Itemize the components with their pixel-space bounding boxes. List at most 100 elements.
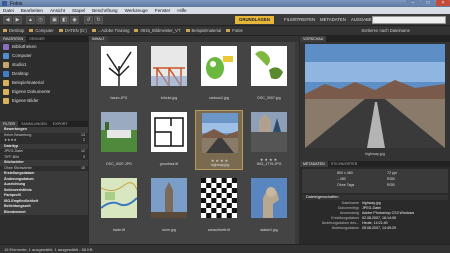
thumbnail-item[interactable]: cartoon2.jpg [195, 44, 243, 104]
open-in-camera-raw-icon[interactable]: ◉ [70, 16, 79, 24]
path-fotos[interactable]: Fotos [226, 28, 243, 33]
sort-label: Sortieren nach Dateiname [361, 28, 410, 33]
maximize-button[interactable]: □ [421, 0, 435, 6]
fav-label: Bibliotheken [12, 44, 37, 49]
rotate-left-icon[interactable]: ↺ [84, 16, 93, 24]
camera-icon[interactable]: ▣ [50, 16, 59, 24]
path-computer[interactable]: Computer [29, 28, 54, 33]
path-bildmeister[interactable]: 0915_Bildmeister_VT [134, 28, 181, 33]
fav-label: Desktop [12, 71, 29, 76]
computer-icon [3, 52, 9, 59]
fav-eigene-dokumente[interactable]: Eigene Dokumente [0, 87, 88, 96]
metadata-section-header[interactable]: Dateieigenschaften [302, 195, 448, 200]
refine-icon[interactable]: ◧ [60, 16, 69, 24]
thumbnail-item[interactable]: ★★★★ IMG_1776.JPG [245, 110, 293, 170]
workspace-filmstreifen[interactable]: FILMSTREIFEN [280, 16, 319, 24]
thumbnail-item[interactable]: baum.JPG [95, 44, 143, 104]
thumbnail-image [251, 112, 287, 152]
quick-colormode: RGB [387, 177, 395, 181]
workspace-grundlagen[interactable]: GRUNDLAGEN [235, 16, 274, 24]
tab-vorschau[interactable]: VORSCHAU [300, 36, 327, 42]
menu-bearbeiten[interactable]: Bearbeiten [21, 8, 43, 13]
tab-ordner[interactable]: ORDNER [26, 36, 48, 42]
sort-dropdown[interactable]: Sortieren nach Dateiname [361, 28, 410, 33]
preview-image[interactable] [305, 44, 445, 148]
tab-favoriten[interactable]: FAVORITEN [0, 36, 27, 42]
thumbnail-item[interactable]: DSC_0007.jpg [245, 44, 293, 104]
path-daten[interactable]: DATEN (D:) [58, 28, 87, 33]
folder-up-icon[interactable]: ▲ [26, 16, 35, 24]
filter-panel: FILTER SAMMLUNGEN EXPORT Bewertungen Kein… [0, 121, 88, 244]
menu-fenster[interactable]: Fenster [155, 8, 171, 13]
thumbnail-item[interactable]: grundriss.tif [145, 110, 193, 170]
fav-eigene-bilder[interactable]: Eigene Bilder [0, 96, 88, 105]
tab-export[interactable]: EXPORT [50, 121, 71, 127]
content-panel: INHALT baum.JPG brücke.jpg cartoon2.jpg DSC… [89, 36, 299, 244]
quick-dimensions: 800 x 460 [337, 171, 353, 175]
rotate-right-icon[interactable]: ↻ [94, 16, 103, 24]
quick-resolution: 72 ppi [387, 171, 397, 175]
desktop-icon [3, 70, 9, 77]
metadata-quickinfo: 800 x 460 -- MB Ohne Tags 72 ppi RGB RGB [302, 169, 448, 193]
thumbnail-item[interactable]: statue1.jpg [245, 176, 293, 236]
menu-stapel[interactable]: Stapel [72, 8, 85, 13]
fav-computer[interactable]: Computer [0, 51, 88, 60]
crumb-label: Desktop [9, 28, 25, 33]
thumbnail-filename: ruine.jpg [162, 228, 176, 232]
fav-label: studio1 [12, 62, 27, 67]
menu-datei[interactable]: Datei [3, 8, 14, 13]
metadata-row: Änderungsdatum 05.08.2007, 14:49:29 [302, 226, 448, 231]
content-scrollbar[interactable] [295, 42, 299, 244]
tab-stichwoerter[interactable]: STICHWÖRTER [328, 161, 361, 167]
menu-beschriftung[interactable]: Beschriftung [92, 8, 118, 13]
thumbnail-filename: cartoon2.jpg [209, 96, 229, 100]
close-button[interactable]: × [436, 0, 450, 6]
tab-metadaten[interactable]: METADATEN [300, 161, 328, 167]
minimize-button[interactable]: – [406, 0, 420, 6]
thumbnail-filename: schachbrett.tif [207, 228, 231, 232]
folder-icon [3, 88, 9, 95]
thumbnail-item[interactable]: karte.tif [95, 176, 143, 236]
fav-studio1[interactable]: studio1 [0, 60, 88, 69]
thumbnail-item[interactable]: schachbrett.tif [195, 176, 243, 236]
crumb-label: Fotos [232, 28, 243, 33]
fav-beispielmaterial[interactable]: Beispielmaterial [0, 78, 88, 87]
path-training[interactable]: ...Adobe Training [91, 28, 130, 33]
tab-inhalt[interactable]: INHALT [89, 36, 108, 42]
crumb-label: Computer [35, 28, 54, 33]
breadcrumb: Desktop Computer DATEN (D:) ...Adobe Tra… [0, 26, 450, 36]
thumbnail-item[interactable]: brücke.jpg [145, 44, 193, 104]
status-text: 15 Elemente, 1 ausgewählt, 1 ausgewählt … [4, 246, 93, 252]
window-controls: – □ × [405, 0, 450, 7]
menu-ansicht[interactable]: Ansicht [50, 8, 65, 13]
thumbnail-image [101, 178, 137, 218]
path-beispielmaterial[interactable]: Beispielmaterial [185, 28, 221, 33]
bridge-window: Fotos – □ × Datei Bearbeiten Ansicht Sta… [0, 0, 450, 253]
fav-desktop[interactable]: Desktop [0, 69, 88, 78]
menu-hilfe[interactable]: Hilfe [177, 8, 186, 13]
metadata-panel: METADATEN STICHWÖRTER 800 x 460 -- MB Oh… [300, 161, 450, 244]
thumbnail-filename: DSC_0007.jpg [257, 96, 281, 100]
window-title: Fotos [10, 0, 23, 7]
preview-panel: VORSCHAU highway.jpg [300, 36, 450, 161]
filter-category[interactable]: Blendenwert [0, 209, 88, 215]
folder-icon [3, 97, 9, 104]
path-desktop[interactable]: Desktop [3, 28, 24, 33]
back-icon[interactable]: ◀ [3, 16, 12, 24]
forward-icon[interactable]: ▶ [13, 16, 22, 24]
thumbnail-item[interactable]: DSC_0007.JPG [95, 110, 143, 170]
thumbnail-filename: baum.JPG [110, 96, 128, 100]
filter-count: 15 [81, 165, 85, 170]
crumb-label: ...Adobe Training [97, 28, 130, 33]
fav-bibliotheken[interactable]: Bibliotheken [0, 42, 88, 51]
crumb-label: DATEN (D:) [64, 28, 87, 33]
menu-werkzeuge[interactable]: Werkzeuge [125, 8, 148, 13]
filter-count: 3 [83, 154, 85, 159]
recent-icon[interactable]: ◷ [36, 16, 45, 24]
app-icon [2, 1, 7, 6]
thumbnail-item[interactable]: ★★★★ highway.jpg [195, 110, 243, 170]
thumbnail-image [151, 178, 187, 218]
workspace-metadaten[interactable]: METADATEN [316, 16, 350, 24]
thumbnail-item[interactable]: ruine.jpg [145, 176, 193, 236]
search-input[interactable] [372, 16, 446, 24]
